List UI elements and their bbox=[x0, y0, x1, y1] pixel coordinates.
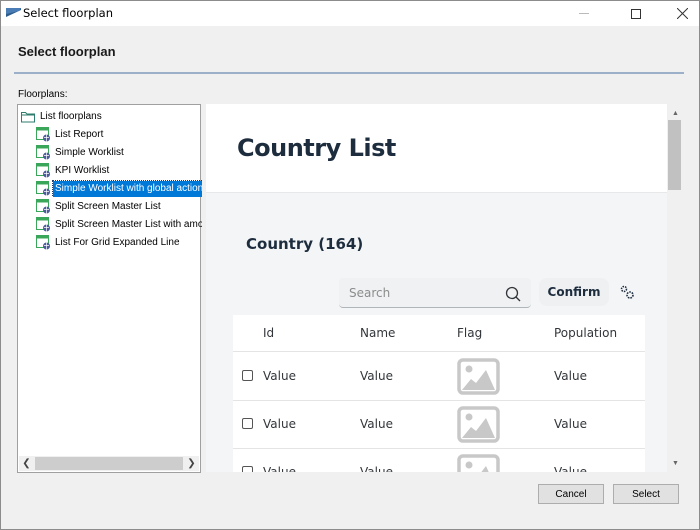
preview-header: Country List bbox=[206, 104, 667, 193]
settings-icon bbox=[620, 285, 634, 299]
maximize-icon bbox=[631, 8, 641, 19]
cell-id: Value bbox=[263, 369, 296, 383]
image-placeholder-icon bbox=[457, 406, 500, 443]
cell-id: Value bbox=[263, 417, 296, 431]
tree-item-floorplan[interactable]: List Report bbox=[36, 126, 202, 143]
column-header-id: Id bbox=[263, 326, 275, 340]
dialog-window: Select floorplan Select floorplan Floorp… bbox=[0, 0, 700, 530]
cancel-button[interactable]: Cancel bbox=[538, 484, 604, 504]
minimize-button[interactable] bbox=[561, 1, 607, 26]
tree-item-floorplan[interactable]: Split Screen Master List with amou bbox=[36, 216, 202, 233]
tree-item-floorplan[interactable]: KPI Worklist bbox=[36, 162, 202, 179]
header-divider bbox=[14, 72, 684, 74]
cell-population: Value bbox=[554, 417, 587, 431]
floorplan-icon bbox=[36, 181, 50, 196]
scroll-left-icon[interactable]: ❮ bbox=[19, 456, 34, 471]
column-header-name: Name bbox=[360, 326, 396, 340]
preview-page-title: Country List bbox=[237, 134, 396, 162]
floorplan-icon bbox=[36, 235, 50, 250]
floorplan-icon bbox=[36, 217, 50, 232]
cell-id: Value bbox=[263, 465, 296, 472]
tree-item-floorplan[interactable]: Split Screen Master List bbox=[36, 198, 202, 215]
tree-item-label: Split Screen Master List with amou bbox=[55, 218, 202, 230]
floorplan-icon bbox=[36, 127, 50, 142]
maximize-button[interactable] bbox=[613, 1, 659, 26]
dialog-heading: Select floorplan bbox=[18, 44, 116, 59]
horizontal-scroll-thumb[interactable] bbox=[35, 457, 183, 470]
floorplan-icon bbox=[36, 199, 50, 214]
table-row: Value Value Value bbox=[233, 353, 645, 401]
scroll-down-icon[interactable]: ▼ bbox=[667, 456, 684, 470]
floorplan-icon bbox=[36, 163, 50, 178]
tree-item-label: List Report bbox=[55, 128, 104, 140]
cell-name: Value bbox=[360, 369, 393, 383]
tree-item-floorplan[interactable]: Simple Worklist bbox=[36, 144, 202, 161]
preview-confirm-button: Confirm bbox=[539, 278, 609, 306]
table-header: Id Name Flag Population bbox=[233, 315, 645, 352]
tree-item-floorplan[interactable]: Simple Worklist with global action bbox=[36, 180, 202, 197]
tree-root-label: List floorplans bbox=[40, 111, 102, 122]
vertical-scroll-thumb[interactable] bbox=[668, 120, 681, 190]
cell-population: Value bbox=[554, 369, 587, 383]
scroll-up-icon[interactable]: ▲ bbox=[667, 106, 684, 120]
tree-item-label: Split Screen Master List bbox=[55, 200, 161, 212]
search-icon bbox=[505, 286, 521, 302]
column-header-population: Population bbox=[554, 326, 618, 340]
tree-root-list-floorplans[interactable]: List floorplans bbox=[21, 109, 104, 125]
cell-population: Value bbox=[554, 465, 587, 472]
preview-search-field: Search bbox=[339, 278, 531, 308]
preview-table: Id Name Flag Population Value Value Value V… bbox=[233, 315, 645, 472]
floorplan-preview: Country List Country (164) Search Confir… bbox=[206, 104, 667, 472]
search-placeholder: Search bbox=[349, 286, 391, 300]
floorplans-label: Floorplans: bbox=[18, 89, 68, 100]
table-row: Value Value Value bbox=[233, 449, 645, 472]
tree-item-label: List For Grid Expanded Line bbox=[55, 236, 180, 248]
row-checkbox bbox=[242, 466, 253, 472]
title-bar: Select floorplan bbox=[1, 1, 699, 26]
image-placeholder-icon bbox=[457, 358, 500, 395]
table-row: Value Value Value bbox=[233, 401, 645, 449]
tree-item-label: Simple Worklist with global action bbox=[51, 180, 202, 197]
minimize-icon bbox=[579, 13, 589, 14]
scroll-right-icon[interactable]: ❯ bbox=[184, 456, 199, 471]
window-title: Select floorplan bbox=[23, 6, 114, 20]
close-button[interactable] bbox=[659, 1, 700, 26]
app-icon bbox=[6, 8, 21, 17]
cell-name: Value bbox=[360, 465, 393, 472]
floorplan-tree[interactable]: List floorplans List Report Simple Workli… bbox=[17, 104, 202, 473]
select-button[interactable]: Select bbox=[613, 484, 679, 504]
folder-icon bbox=[21, 112, 35, 123]
close-icon bbox=[676, 8, 688, 19]
row-checkbox bbox=[242, 418, 253, 429]
tree-item-label: Simple Worklist bbox=[55, 146, 124, 158]
preview-table-title: Country (164) bbox=[246, 235, 364, 253]
cell-name: Value bbox=[360, 417, 393, 431]
tree-item-label: KPI Worklist bbox=[55, 164, 110, 176]
floorplan-icon bbox=[36, 145, 50, 160]
tree-item-floorplan[interactable]: List For Grid Expanded Line bbox=[36, 234, 202, 251]
row-checkbox bbox=[242, 370, 253, 381]
horizontal-scrollbar[interactable]: ❮ ❯ bbox=[19, 456, 199, 471]
vertical-scrollbar[interactable]: ▲ ▼ bbox=[667, 104, 684, 472]
image-placeholder-icon bbox=[457, 454, 500, 472]
column-header-flag: Flag bbox=[457, 326, 483, 340]
